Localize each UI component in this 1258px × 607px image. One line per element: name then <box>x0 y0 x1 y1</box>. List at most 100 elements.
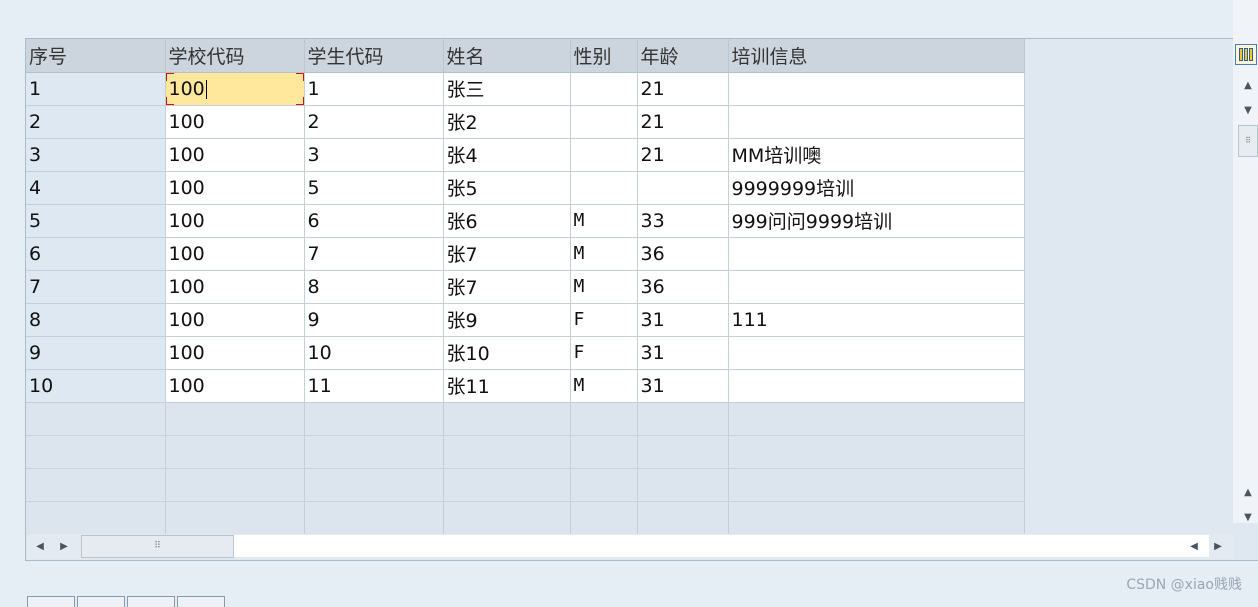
horizontal-scroll-thumb[interactable]: ⠿ <box>81 535 234 558</box>
table-cell[interactable]: 36 <box>637 270 729 304</box>
column-header[interactable]: 学生代码 <box>304 39 444 73</box>
table-cell[interactable]: 21 <box>637 72 729 106</box>
table-cell[interactable]: M <box>570 270 638 304</box>
row-number-cell[interactable]: 10 <box>26 369 166 403</box>
table-cell[interactable]: 张7 <box>443 270 571 304</box>
table-cell[interactable]: 张7 <box>443 237 571 271</box>
table-cell[interactable] <box>728 270 1025 304</box>
arrow-right-icon[interactable]: ▶ <box>54 537 74 555</box>
table-cell[interactable]: 3 <box>304 138 444 172</box>
table-cell[interactable]: 21 <box>637 138 729 172</box>
table-cell[interactable]: 6 <box>304 204 444 238</box>
table-cell[interactable]: 张2 <box>443 105 571 139</box>
toolbar-button[interactable] <box>77 596 125 607</box>
table-cell[interactable]: 36 <box>637 237 729 271</box>
vertical-scroll-thumb[interactable]: ⠿ <box>1238 125 1258 157</box>
table-cell[interactable]: 31 <box>637 336 729 370</box>
table-cell[interactable]: 100 <box>165 270 305 304</box>
arrow-up-icon[interactable]: ▲ <box>1238 483 1258 501</box>
column-header[interactable]: 培训信息 <box>728 39 1025 73</box>
table-row[interactable]: 6 100 7 张7 M 36 <box>26 237 1025 271</box>
table-cell[interactable] <box>570 171 638 205</box>
table-cell[interactable] <box>570 72 638 106</box>
table-row[interactable]: 10 100 11 张11 M 31 <box>26 369 1025 403</box>
table-row[interactable]: 7 100 8 张7 M 36 <box>26 270 1025 304</box>
table-cell[interactable] <box>637 171 729 205</box>
table-row[interactable]: 8 100 9 张9 F 31 111 <box>26 303 1025 337</box>
table-cell[interactable] <box>728 105 1025 139</box>
table-cell[interactable]: M <box>570 204 638 238</box>
table-cell[interactable]: 999问问9999培训 <box>728 204 1025 238</box>
table-cell[interactable]: 张5 <box>443 171 571 205</box>
table-cell[interactable]: 21 <box>637 105 729 139</box>
table-cell[interactable]: 11 <box>304 369 444 403</box>
column-header[interactable]: 性别 <box>570 39 638 73</box>
table-cell[interactable]: M <box>570 237 638 271</box>
table-cell[interactable]: 100 <box>165 336 305 370</box>
table-cell[interactable]: 100 <box>165 105 305 139</box>
table-cell[interactable]: MM培训噢 <box>728 138 1025 172</box>
table-cell[interactable]: 100 <box>165 171 305 205</box>
table-cell[interactable]: 100 <box>165 303 305 337</box>
table-row[interactable]: 1 100 1 张三 21 <box>26 72 1025 106</box>
table-cell[interactable]: 100 <box>165 369 305 403</box>
table-cell[interactable]: 张11 <box>443 369 571 403</box>
arrow-left-icon[interactable]: ◀ <box>1184 537 1204 555</box>
table-cell[interactable] <box>728 72 1025 106</box>
table-cell[interactable]: 张三 <box>443 72 571 106</box>
horizontal-scroll-track[interactable] <box>107 535 1209 557</box>
table-cell[interactable] <box>728 336 1025 370</box>
table-cell[interactable]: 9 <box>304 303 444 337</box>
toolbar-button[interactable] <box>27 596 75 607</box>
row-number-cell[interactable]: 8 <box>26 303 166 337</box>
arrow-left-icon[interactable]: ◀ <box>30 537 50 555</box>
row-number-cell[interactable]: 5 <box>26 204 166 238</box>
toolbar-button[interactable] <box>127 596 175 607</box>
table-row[interactable]: 4 100 5 张5 9999999培训 <box>26 171 1025 205</box>
table-cell[interactable] <box>728 369 1025 403</box>
table-row[interactable]: 9 100 10 张10 F 31 <box>26 336 1025 370</box>
row-number-cell[interactable]: 4 <box>26 171 166 205</box>
row-number-cell[interactable]: 1 <box>26 72 166 106</box>
column-header[interactable]: 姓名 <box>443 39 571 73</box>
table-cell[interactable]: 1 <box>304 72 444 106</box>
table-cell[interactable]: 张10 <box>443 336 571 370</box>
table-cell[interactable]: 100 <box>165 72 305 106</box>
table-cell[interactable]: 10 <box>304 336 444 370</box>
arrow-down-icon[interactable]: ▼ <box>1238 508 1258 526</box>
arrow-up-icon[interactable]: ▲ <box>1238 76 1258 94</box>
table-cell[interactable]: 张9 <box>443 303 571 337</box>
table-cell[interactable]: F <box>570 336 638 370</box>
column-header[interactable]: 序号 <box>26 39 166 73</box>
table-cell[interactable]: 100 <box>165 237 305 271</box>
table-cell[interactable]: 5 <box>304 171 444 205</box>
table-row[interactable]: 5 100 6 张6 M 33 999问问9999培训 <box>26 204 1025 238</box>
table-cell[interactable]: 31 <box>637 303 729 337</box>
table-row[interactable]: 2 100 2 张2 21 <box>26 105 1025 139</box>
table-cell[interactable] <box>570 105 638 139</box>
table-cell[interactable]: 2 <box>304 105 444 139</box>
table-cell[interactable]: 7 <box>304 237 444 271</box>
table-cell[interactable]: 31 <box>637 369 729 403</box>
table-cell[interactable]: M <box>570 369 638 403</box>
table-row[interactable]: 3 100 3 张4 21 MM培训噢 <box>26 138 1025 172</box>
arrow-right-icon[interactable]: ▶ <box>1208 537 1228 555</box>
table-cell[interactable] <box>570 138 638 172</box>
row-number-cell[interactable]: 7 <box>26 270 166 304</box>
table-cell[interactable]: 张4 <box>443 138 571 172</box>
table-cell[interactable]: 33 <box>637 204 729 238</box>
row-number-cell[interactable]: 9 <box>26 336 166 370</box>
table-cell[interactable]: 9999999培训 <box>728 171 1025 205</box>
toolbar-button[interactable] <box>177 596 225 607</box>
row-number-cell[interactable]: 6 <box>26 237 166 271</box>
row-number-cell[interactable]: 2 <box>26 105 166 139</box>
table-cell[interactable]: 100 <box>165 138 305 172</box>
column-header[interactable]: 学校代码 <box>165 39 305 73</box>
column-header[interactable]: 年龄 <box>637 39 729 73</box>
table-cell[interactable]: 张6 <box>443 204 571 238</box>
table-cell[interactable]: 8 <box>304 270 444 304</box>
table-cell[interactable]: 111 <box>728 303 1025 337</box>
arrow-down-icon[interactable]: ▼ <box>1238 101 1258 119</box>
table-cell[interactable]: F <box>570 303 638 337</box>
table-cell[interactable] <box>728 237 1025 271</box>
